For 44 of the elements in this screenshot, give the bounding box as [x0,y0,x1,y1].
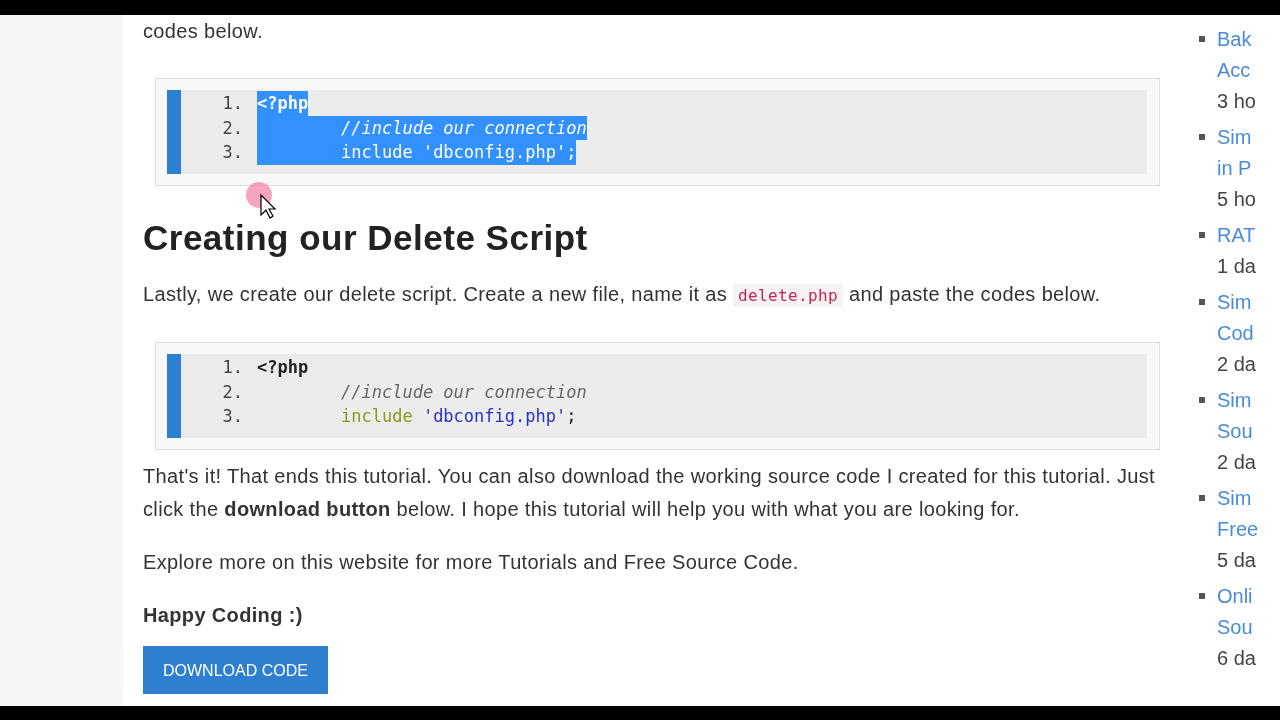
post-link[interactable]: in P [1217,153,1256,184]
post-time: 3 ho [1217,89,1256,114]
inline-code: delete.php [733,284,843,307]
post-time: 5 ho [1217,187,1256,212]
line-number: 2. [221,381,244,402]
post-link[interactable]: Onli [1217,581,1256,612]
bullet-icon [1199,593,1205,599]
post-link[interactable]: Cod [1217,318,1256,349]
code-line: <?php [257,356,309,380]
post-link[interactable]: Sim [1217,483,1259,514]
post-time: 2 da [1217,352,1256,377]
bullet-icon [1199,299,1205,305]
bullet-icon [1199,134,1205,140]
post-link[interactable]: RAT [1217,220,1256,251]
post-link[interactable]: Sou [1217,612,1256,643]
bullet-icon [1199,495,1205,501]
post-link[interactable]: Sim [1217,287,1256,318]
post-link[interactable]: Sim [1217,385,1256,416]
line-number: 1. [221,93,244,114]
line-number: 1. [221,357,244,378]
line-number: 3. [221,406,244,427]
bullet-icon [1199,397,1205,403]
post-link[interactable]: Acc [1217,55,1256,86]
post-link[interactable]: Sim [1217,122,1256,153]
code-line: include 'dbconfig.php'; [340,405,577,429]
section-heading: Creating our Delete Script [143,218,588,258]
sign-off: Happy Coding :) [143,603,304,628]
post-link[interactable]: Sou [1217,416,1256,447]
download-button[interactable]: DOWNLOAD CODE [143,646,328,694]
paragraph: Explore more on this website for more Tutorials and Free Source Code. [143,550,800,575]
line-number: 3. [221,142,244,163]
bullet-icon [1199,36,1205,42]
bullet-icon [1199,232,1205,238]
paragraph: Lastly, we create our delete script. Create a new file, name it as delete.php and paste the codes below. [143,282,1102,309]
paragraph: That's it! That ends this tutorial. You can also download the working source code I created for this tutorial. Just click the download button below. I hope this tutorial will help you with what you are looking for. [143,464,1157,522]
paragraph: codes below. [143,19,264,44]
post-time: 1 da [1217,254,1256,279]
post-time: 5 da [1217,548,1257,573]
post-time: 2 da [1217,450,1256,475]
code-line: //include our connection [340,380,587,404]
post-time: 6 da [1217,646,1256,671]
post-link[interactable]: Bak [1217,24,1256,55]
post-link[interactable]: Free [1217,514,1259,545]
line-number: 2. [221,117,244,138]
